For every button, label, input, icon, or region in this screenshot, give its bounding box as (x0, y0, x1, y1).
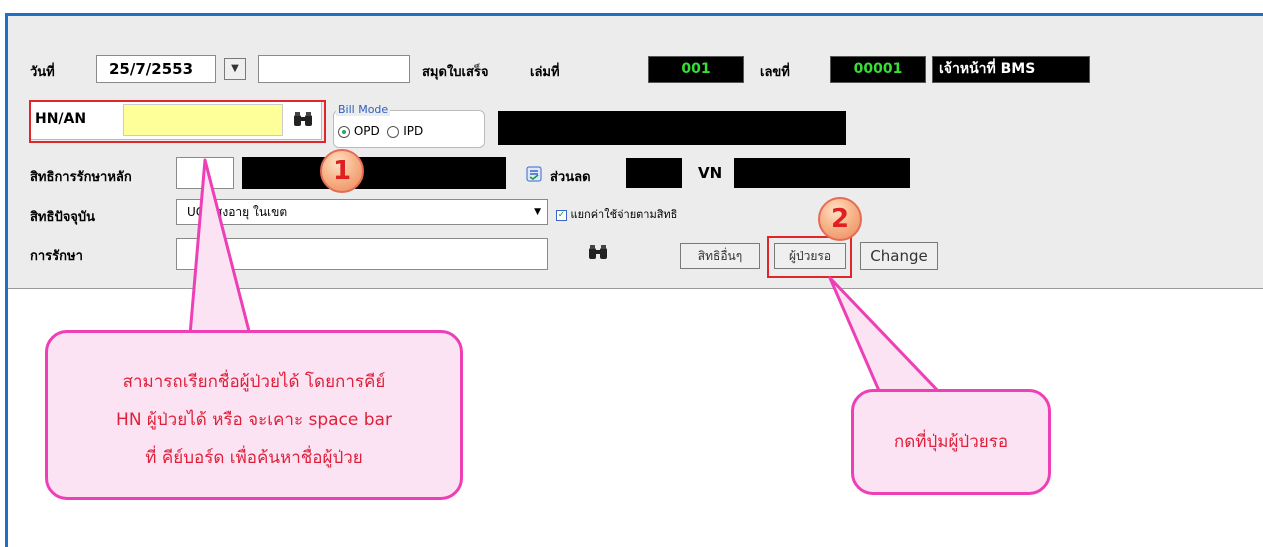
callout-2: กดที่ปุ่มผู้ป่วยรอ (851, 389, 1051, 495)
step-1-badge: 1 (320, 149, 364, 193)
callout-1-pointer (188, 158, 252, 337)
callout-1: สามารถเรียกชื่อผู้ป่วยได้ โดยการคีย์ HN … (45, 330, 463, 500)
callout-1-line-1: สามารถเรียกชื่อผู้ป่วยได้ โดยการคีย์ (122, 372, 386, 392)
callout-1-line-3: ที่ คีย์บอร์ด เพื่อค้นหาชื่อผู้ป่วย (145, 448, 363, 468)
callout-2-text: กดที่ปุ่มผู้ป่วยรอ (893, 432, 1009, 452)
callout-2-pointer (828, 276, 942, 395)
callout-1-line-2: HN ผู้ป่วยได้ หรือ จะเคาะ space bar (116, 410, 392, 430)
step-2-badge: 2 (818, 197, 862, 241)
